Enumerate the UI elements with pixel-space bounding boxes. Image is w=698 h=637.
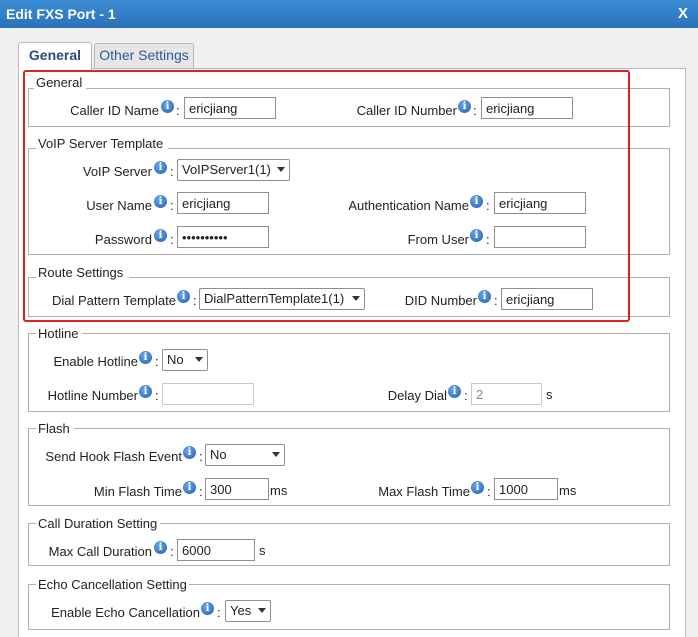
authentication-name-input[interactable] [494,192,586,214]
min-flash-time-unit: ms [270,483,288,498]
caller-id-name-label: Caller ID Name [70,103,159,118]
info-icon[interactable]: i [154,541,167,554]
caller-id-number-input[interactable] [481,97,573,119]
enable-hotline-select[interactable]: No [162,349,208,371]
info-icon[interactable]: i [471,481,484,494]
authentication-name-label: Authentication Name [348,198,469,213]
close-button[interactable]: X [678,5,688,22]
info-icon[interactable]: i [470,195,483,208]
delay-dial-unit: s [546,387,553,402]
did-number-input[interactable] [501,288,593,310]
dial-pattern-template-label: Dial Pattern Template [51,293,176,308]
max-flash-time-unit: ms [559,483,577,498]
send-hook-flash-event-select[interactable]: No [205,444,285,466]
chevron-down-icon [258,608,266,613]
max-flash-time-label: Max Flash Time [378,484,470,499]
info-icon[interactable]: i [183,481,196,494]
user-name-label: User Name [86,198,152,213]
did-number-label: DID Number [404,293,477,308]
info-icon[interactable]: i [201,602,214,615]
hotline-number-label: Hotline Number [47,388,138,403]
info-icon[interactable]: i [448,385,461,398]
from-user-label: From User [407,232,469,247]
voip-server-select[interactable]: VoIPServer1(1) [177,159,290,181]
from-user-input[interactable] [494,226,586,248]
tab-general[interactable]: General [18,42,92,70]
caller-id-number-label: Caller ID Number [356,103,457,118]
password-label: Password [94,232,152,247]
hotline-number-input[interactable] [162,383,254,405]
info-icon[interactable]: i [139,385,152,398]
send-hook-flash-event-label: Send Hook Flash Event [45,449,182,464]
echo-group-title: Echo Cancellation Setting [36,577,189,592]
tab-other-settings[interactable]: Other Settings [94,43,194,68]
chevron-down-icon [195,357,203,362]
voip-group-title: VoIP Server Template [36,136,166,151]
info-icon[interactable]: i [161,100,174,113]
voip-server-label: VoIP Server [82,164,152,179]
min-flash-time-input[interactable] [205,478,269,500]
enable-echo-cancellation-label: Enable Echo Cancellation [51,605,200,620]
info-icon[interactable]: i [177,290,190,303]
caller-id-name-input[interactable] [184,97,276,119]
info-icon[interactable]: i [478,290,491,303]
flash-group-title: Flash [36,421,72,436]
dial-pattern-template-select[interactable]: DialPatternTemplate1(1) [199,288,365,310]
info-icon[interactable]: i [458,100,471,113]
dialog-title-bar: Edit FXS Port - 1 X [0,0,698,28]
password-input[interactable] [177,226,269,248]
info-icon[interactable]: i [470,229,483,242]
hotline-group-title: Hotline [36,326,81,341]
route-group-title: Route Settings [36,265,126,280]
enable-echo-cancellation-select[interactable]: Yes [225,600,271,622]
enable-hotline-label: Enable Hotline [53,354,138,369]
user-name-input[interactable] [177,192,269,214]
call-duration-group-title: Call Duration Setting [36,516,160,531]
max-call-duration-label: Max Call Duration [48,544,152,559]
delay-dial-label: Delay Dial [387,388,447,403]
max-call-duration-unit: s [259,543,266,558]
max-flash-time-input[interactable] [494,478,558,500]
delay-dial-input[interactable] [471,383,542,405]
max-call-duration-input[interactable] [177,539,255,561]
info-icon[interactable]: i [154,229,167,242]
chevron-down-icon [352,296,360,301]
chevron-down-icon [272,452,280,457]
chevron-down-icon [277,167,285,172]
general-group-title: General [34,75,85,90]
info-icon[interactable]: i [139,351,152,364]
info-icon[interactable]: i [154,195,167,208]
info-icon[interactable]: i [183,446,196,459]
min-flash-time-label: Min Flash Time [93,484,182,499]
info-icon[interactable]: i [154,161,167,174]
dialog-title: Edit FXS Port - 1 [6,6,116,22]
